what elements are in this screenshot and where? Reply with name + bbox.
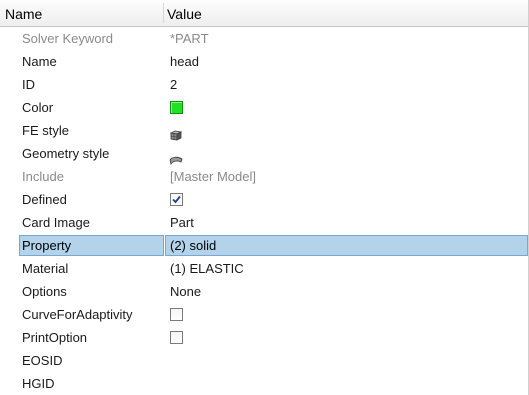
color-swatch[interactable] (170, 101, 183, 114)
row-name: Color (22, 100, 54, 115)
property-value[interactable]: (2) solid (170, 234, 216, 257)
curve-for-adaptivity-checkbox[interactable] (170, 308, 183, 321)
row-name: Material (22, 261, 69, 276)
row-print-option[interactable]: PrintOption (0, 326, 528, 349)
row-name: HGID (22, 376, 55, 391)
row-name: Include (22, 169, 64, 184)
row-name: ID (22, 77, 35, 92)
value-column-header[interactable]: Value (167, 0, 202, 26)
row-name: PrintOption (22, 330, 88, 345)
row-name: CurveForAdaptivity (22, 307, 133, 322)
include-value: [Master Model] (170, 169, 256, 184)
row-solver-keyword[interactable]: Solver Keyword *PART (0, 27, 528, 50)
card-image-value[interactable]: Part (170, 211, 194, 234)
row-name: Geometry style (22, 146, 110, 161)
row-id[interactable]: ID 2 (0, 73, 528, 96)
row-hgid[interactable]: HGID (0, 372, 528, 395)
row-include[interactable]: Include [Master Model] (0, 165, 528, 188)
row-options[interactable]: Options None (0, 280, 528, 303)
name-column-header[interactable]: Name (5, 0, 42, 26)
row-color[interactable]: Color (0, 96, 528, 119)
property-rows: Solver Keyword *PART Name head ID 2 Colo… (0, 27, 528, 395)
row-name: EOSID (22, 353, 63, 368)
options-value[interactable]: None (170, 280, 201, 303)
row-defined[interactable]: Defined (0, 188, 528, 211)
fe-style-icon[interactable] (169, 125, 183, 141)
entity-editor-panel: Name Value Solver Keyword *PART Name hea… (0, 0, 529, 395)
row-curve-for-adaptivity[interactable]: CurveForAdaptivity (0, 303, 528, 326)
row-name: Defined (22, 192, 67, 207)
column-separator[interactable] (163, 3, 164, 23)
row-name-field[interactable]: Name head (0, 50, 528, 73)
row-fe-style[interactable]: FE style (0, 119, 528, 142)
row-name: Solver Keyword (22, 31, 114, 46)
material-value[interactable]: (1) ELASTIC (170, 257, 244, 280)
name-value-field[interactable]: head (170, 50, 199, 73)
geometry-style-icon[interactable] (169, 149, 183, 165)
row-material[interactable]: Material (1) ELASTIC (0, 257, 528, 280)
row-value: *PART (170, 31, 209, 46)
row-property[interactable]: Property (2) solid (0, 234, 528, 257)
print-option-checkbox[interactable] (170, 331, 183, 344)
row-card-image[interactable]: Card Image Part (0, 211, 528, 234)
row-name: Property (22, 238, 72, 253)
row-name: Options (22, 284, 67, 299)
row-eosid[interactable]: EOSID (0, 349, 528, 372)
row-geometry-style[interactable]: Geometry style (0, 142, 528, 165)
table-header: Name Value (0, 0, 528, 27)
selection-highlight-value (165, 235, 528, 256)
row-name: Name (22, 54, 57, 69)
defined-checkbox[interactable] (170, 193, 183, 206)
row-name: Card Image (22, 215, 90, 230)
row-name: FE style (22, 123, 69, 138)
id-value-field[interactable]: 2 (170, 73, 177, 96)
